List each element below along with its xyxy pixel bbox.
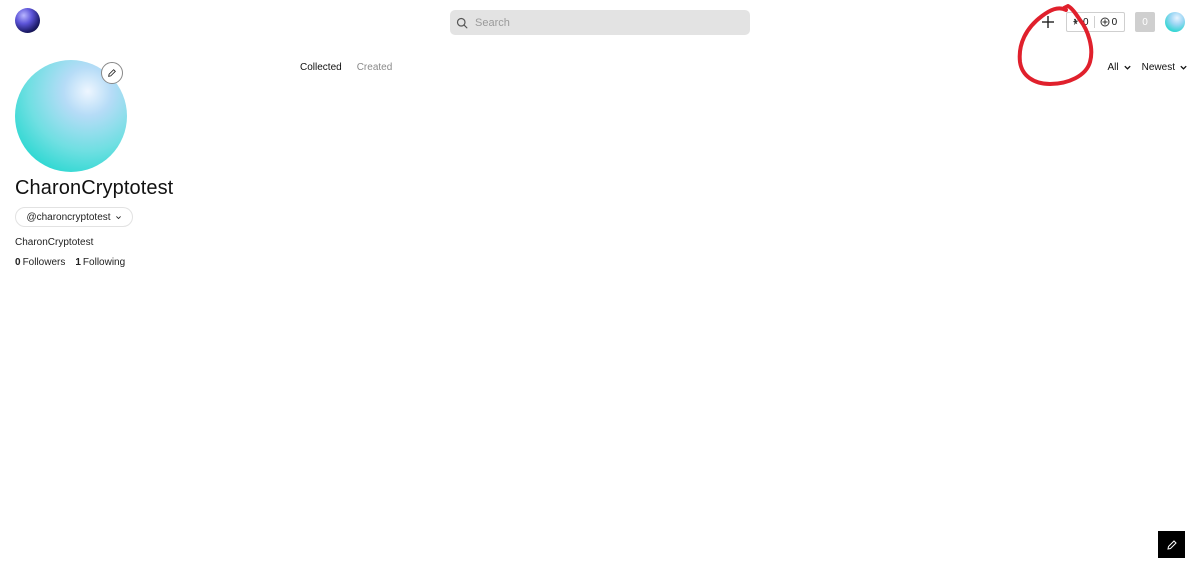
- following-link[interactable]: 1 Following: [75, 257, 125, 268]
- chevron-down-icon: [1180, 65, 1187, 70]
- followers-label: Followers: [22, 257, 66, 268]
- plus-circle-icon: [1100, 17, 1110, 27]
- tab-created[interactable]: Created: [357, 62, 393, 73]
- following-count: 1: [75, 257, 81, 268]
- floating-edit-button[interactable]: [1158, 531, 1185, 558]
- profile-bio: CharonCryptotest: [15, 237, 94, 248]
- pencil-icon: [1166, 539, 1177, 550]
- handle-text: @charoncryptotest: [26, 211, 111, 223]
- search-bar[interactable]: [450, 10, 750, 35]
- filter-bar: All Newest: [1108, 62, 1188, 73]
- account-avatar[interactable]: [1165, 12, 1185, 32]
- follow-stats: 0 Followers 1 Following: [15, 257, 125, 268]
- followers-link[interactable]: 0 Followers: [15, 257, 65, 268]
- create-button[interactable]: [1038, 12, 1058, 32]
- type-filter-dropdown[interactable]: All: [1108, 62, 1132, 73]
- chevron-down-icon: [115, 215, 121, 219]
- sort-label: Newest: [1141, 62, 1175, 73]
- type-filter-label: All: [1107, 62, 1119, 73]
- sparkle-icon: [1072, 18, 1079, 25]
- followers-count: 0: [15, 257, 21, 268]
- search-input[interactable]: [473, 15, 737, 30]
- collection-tabs: Collected Created: [300, 62, 392, 73]
- handle-dropdown[interactable]: @charoncryptotest: [15, 207, 133, 227]
- following-label: Following: [82, 257, 126, 268]
- site-logo[interactable]: [15, 8, 40, 33]
- counter-b-button[interactable]: 0: [1095, 17, 1123, 28]
- edit-avatar-button[interactable]: [101, 62, 123, 84]
- sort-dropdown[interactable]: Newest: [1142, 62, 1188, 73]
- chevron-down-icon: [1123, 65, 1131, 70]
- tab-collected[interactable]: Collected: [300, 62, 342, 73]
- plus-icon: [1042, 16, 1054, 28]
- search-icon: [456, 17, 468, 28]
- balance-counters: 0 0: [1066, 12, 1125, 32]
- counter-b-value: 0: [1111, 16, 1118, 28]
- counter-a-value: 0: [1083, 16, 1089, 28]
- profile-name: CharonCryptotest: [15, 177, 174, 199]
- counter-a-button[interactable]: 0: [1067, 17, 1094, 28]
- notification-badge[interactable]: 0: [1135, 12, 1155, 32]
- pencil-icon: [108, 69, 116, 77]
